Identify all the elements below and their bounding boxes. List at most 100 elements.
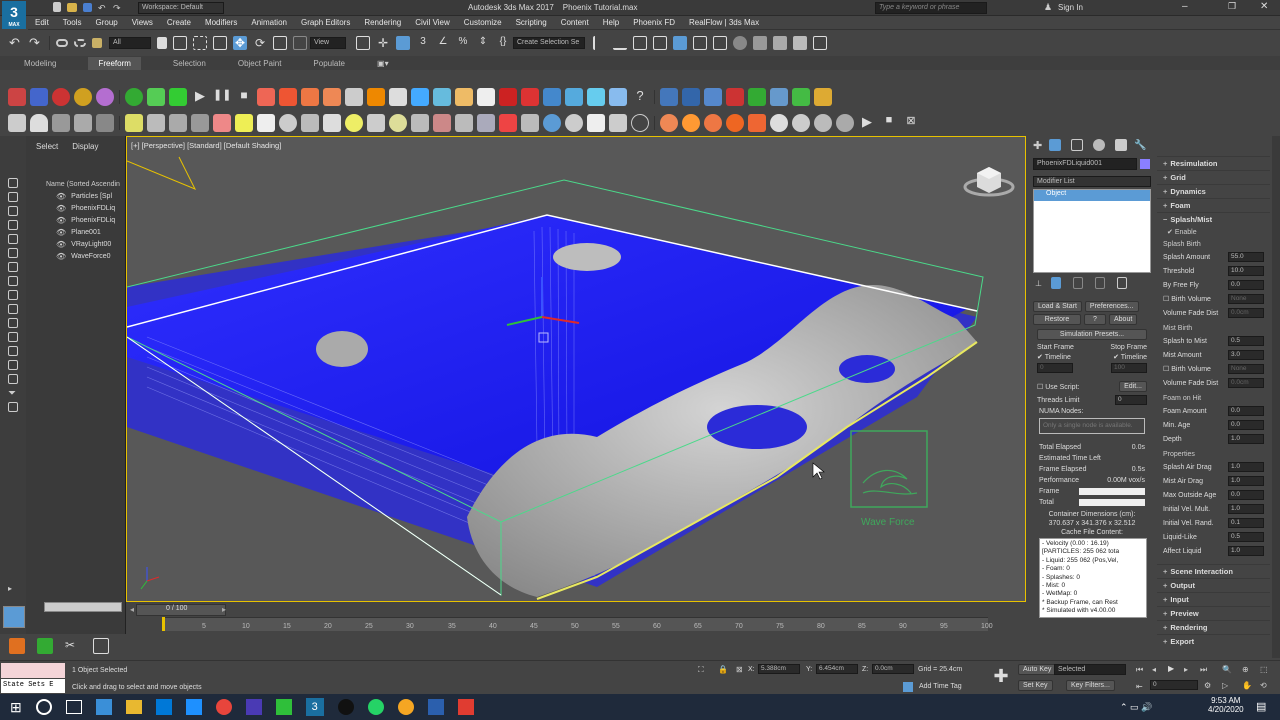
app-logo[interactable]: 3 MAX <box>2 1 26 29</box>
whatsapp-icon[interactable] <box>367 699 384 715</box>
beer-preset-icon[interactable] <box>455 88 473 106</box>
stop-timeline-checkbox[interactable]: ✔ Timeline <box>1113 353 1147 361</box>
realflow-scene-icon[interactable] <box>660 88 678 106</box>
time-slider-prev-icon[interactable]: ◂ <box>130 605 134 614</box>
help-icon[interactable]: ? <box>631 88 649 106</box>
visibility-icon[interactable]: 👁 <box>56 192 66 201</box>
vray-fur-icon[interactable] <box>389 114 407 132</box>
filter-bones-icon[interactable] <box>8 290 18 300</box>
list-item[interactable]: 👁 VRayLight00 <box>26 238 125 250</box>
enable-checkbox[interactable]: ✔ Enable <box>1157 226 1270 238</box>
realflow-emitter-icon[interactable] <box>682 88 700 106</box>
spinner-snap-icon[interactable]: ⇕ <box>476 36 490 50</box>
fire-burst-icon[interactable] <box>726 114 744 132</box>
fire-preset-icon[interactable] <box>257 88 275 106</box>
splash-preset-icon[interactable] <box>433 88 451 106</box>
select-by-name-icon[interactable] <box>173 36 187 50</box>
modifier-stack-item[interactable]: Object <box>1034 190 1150 201</box>
menu-views[interactable]: Views <box>132 18 153 27</box>
zoom-all-icon[interactable]: ⊕ <box>1242 665 1249 674</box>
undo-icon[interactable]: ↶ <box>98 3 107 13</box>
tools-icon[interactable]: ✂ <box>65 638 81 654</box>
x-coordinate[interactable]: 5.388cm <box>758 664 800 674</box>
expand-arrow-icon[interactable]: ▸ <box>8 584 12 593</box>
keyboard-shortcut-icon[interactable] <box>396 36 410 50</box>
filter-hidden-icon[interactable] <box>8 332 18 342</box>
bind-space-warp-icon[interactable] <box>92 38 102 48</box>
viewcube[interactable] <box>963 167 1015 197</box>
remove-modifier-icon[interactable] <box>1094 277 1105 289</box>
cloud-icon[interactable] <box>30 114 48 132</box>
visibility-icon[interactable]: 👁 <box>56 216 66 225</box>
section-grid[interactable]: Grid <box>1157 170 1270 184</box>
start-timeline-checkbox[interactable]: ✔ Timeline <box>1037 353 1071 361</box>
realflow-export-icon[interactable] <box>792 88 810 106</box>
visibility-icon[interactable]: 👁 <box>56 252 66 261</box>
light-icon[interactable] <box>125 114 143 132</box>
table-icon[interactable] <box>93 638 109 654</box>
section-dynamics[interactable]: Dynamics <box>1157 184 1270 198</box>
play-animation-icon[interactable]: ▶ <box>1168 664 1174 673</box>
premiere-icon[interactable] <box>245 699 262 715</box>
mirror-icon[interactable] <box>593 36 607 50</box>
window-crossing-icon[interactable] <box>213 36 227 50</box>
workspace-panel-icon[interactable] <box>3 606 25 628</box>
menu-rendering[interactable]: Rendering <box>364 18 401 27</box>
param-spinner[interactable]: 0.0 <box>1228 280 1264 290</box>
smoke-preset-icon[interactable] <box>301 88 319 106</box>
list-item[interactable]: 👁 WaveForce0 <box>26 250 125 262</box>
realflow-daemon-icon[interactable] <box>726 88 744 106</box>
key-mode-toggle-icon[interactable]: ⇤ <box>1136 682 1143 691</box>
media-player-icon[interactable] <box>337 699 354 715</box>
param-spinner[interactable]: 0.0 <box>1228 420 1264 430</box>
filter-helpers-icon[interactable] <box>8 234 18 244</box>
add-time-tag-button[interactable]: Add Time Tag <box>919 683 962 690</box>
menu-animation[interactable]: Animation <box>251 18 287 27</box>
menu-phoenix-fd[interactable]: Phoenix FD <box>633 18 675 27</box>
spacewarp-icon[interactable] <box>191 114 209 132</box>
filter-none-icon[interactable] <box>8 360 18 370</box>
play-icon[interactable]: ▶ <box>858 114 876 132</box>
vray-mesh-export-icon[interactable] <box>433 114 451 132</box>
phoenix-icon[interactable] <box>9 638 25 654</box>
filter-shapes-icon[interactable] <box>8 192 18 202</box>
link-icon[interactable] <box>56 39 68 47</box>
restore-button[interactable]: Restore <box>1033 314 1081 325</box>
key-mode-dropdown[interactable]: Selected <box>1054 664 1126 675</box>
threads-limit-spinner[interactable]: 0 <box>1115 395 1147 405</box>
birth-volume-picker[interactable]: None <box>1228 364 1264 374</box>
param-spinner[interactable]: 1.0 <box>1228 546 1264 556</box>
section-foam[interactable]: Foam <box>1157 198 1270 212</box>
use-script-checkbox[interactable]: ☐ Use Script: <box>1037 383 1079 391</box>
toggle-layer-explorer-icon[interactable] <box>653 36 667 50</box>
z-coordinate[interactable]: 0.0cm <box>872 664 914 674</box>
menu-modifiers[interactable]: Modifiers <box>205 18 237 27</box>
object-name-field[interactable]: PhoenixFDLiquid001 <box>1033 158 1137 170</box>
start-frame-spinner[interactable]: 0 <box>1037 363 1073 373</box>
tab-modeling[interactable]: Modeling <box>24 59 56 68</box>
rendered-frame-window-icon[interactable] <box>773 36 787 50</box>
realflow-mesh-icon[interactable] <box>748 88 766 106</box>
numa-list[interactable]: Only a single node is available. <box>1039 418 1145 434</box>
toggle-scene-explorer-icon[interactable] <box>633 36 647 50</box>
new-file-icon[interactable] <box>53 2 61 12</box>
sphere-icon[interactable] <box>792 114 810 132</box>
menu-civil-view[interactable]: Civil View <box>415 18 450 27</box>
perspective-viewport[interactable]: [+] [Perspective] [Standard] [Default Sh… <box>126 136 1026 602</box>
fire-ball-icon[interactable] <box>682 114 700 132</box>
section-output[interactable]: Output <box>1157 578 1270 592</box>
mail-icon[interactable] <box>185 699 202 715</box>
explorer-scrollbar[interactable] <box>44 602 122 612</box>
preferences-button[interactable]: Preferences... <box>1084 301 1139 312</box>
time-configuration-icon[interactable]: ⚙ <box>1204 681 1211 690</box>
go-to-start-icon[interactable]: ⏮ <box>1136 665 1143 675</box>
camera-icon[interactable] <box>147 114 165 132</box>
undo-icon[interactable]: ↶ <box>9 36 23 50</box>
firefox-icon[interactable] <box>397 699 414 715</box>
curve-editor-icon[interactable] <box>693 36 707 50</box>
menu-graph-editors[interactable]: Graph Editors <box>301 18 350 27</box>
cache-content-list[interactable]: - Velocity (0.00 : 16.19) [PARTICLES: 25… <box>1039 538 1147 618</box>
realflow-fluid-icon[interactable] <box>704 88 722 106</box>
vray-sun-icon[interactable] <box>345 114 363 132</box>
section-splash-mist[interactable]: Splash/Mist <box>1157 212 1270 226</box>
